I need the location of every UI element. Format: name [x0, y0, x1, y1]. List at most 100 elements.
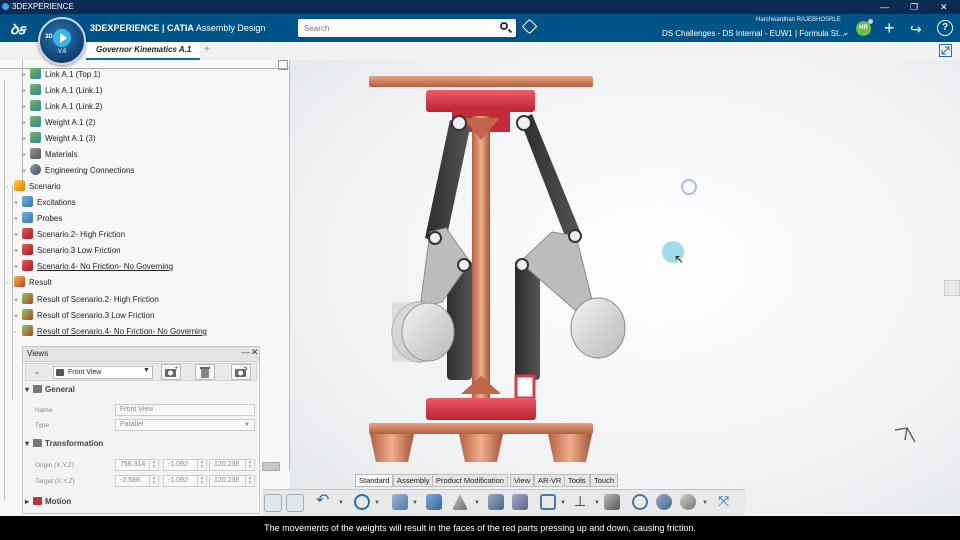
central-shaft [472, 116, 490, 402]
tab-assembly[interactable]: Assembly [393, 474, 434, 487]
update-icon[interactable] [354, 494, 370, 510]
tree-item-probes[interactable]: + Probes [14, 212, 62, 226]
robot-icon[interactable]: ⊥ [574, 494, 590, 510]
foot-right [548, 434, 592, 462]
compass-manipulation-icon[interactable]: ⤧ [718, 494, 734, 510]
tab-touch[interactable]: Touch [590, 474, 619, 487]
upper-left-link [425, 120, 470, 245]
transformation-section-header[interactable]: ▾ Transformation [25, 439, 103, 448]
help-icon[interactable]: ? [937, 20, 953, 36]
update-dropdown-icon[interactable]: ▼ [374, 500, 380, 506]
chat-panel-icon[interactable] [944, 280, 960, 296]
app-icon [2, 3, 9, 10]
views-minimize-button[interactable]: — [241, 347, 250, 357]
minimize-button[interactable]: — [880, 0, 889, 14]
fullscreen-icon[interactable] [939, 44, 952, 57]
tab-product-modification[interactable]: Product Modification [432, 474, 508, 487]
scenario-item-icon [22, 260, 33, 271]
bottom-red-collar [426, 398, 536, 420]
engineering-connection-icon[interactable] [512, 494, 528, 510]
part-icon [30, 84, 41, 95]
brand-prefix: 3DEXPERIENCE | CATIA [90, 23, 194, 33]
copy-icon[interactable] [264, 494, 282, 512]
clash-icon[interactable] [632, 494, 648, 510]
tree-item-scenario[interactable]: - Scenario [6, 180, 61, 194]
chevron-down-icon[interactable]: ⌄ [842, 27, 850, 38]
type-select[interactable]: Parallel ▼ [115, 419, 255, 431]
excitations-icon [22, 196, 33, 207]
robot-compass-icon[interactable] [893, 424, 919, 450]
tab-governor-kinematics[interactable]: Governor Kinematics A.1 [86, 42, 200, 60]
dropdown-arrow-icon[interactable]: ▼ [143, 367, 150, 374]
search-input[interactable] [298, 19, 516, 37]
target-y-field[interactable]: -1.092 ▴ ▾ [163, 475, 207, 487]
add-tab-button[interactable]: + [204, 44, 210, 55]
apply-material-icon[interactable] [680, 494, 696, 510]
name-field[interactable]: Front View [115, 404, 255, 416]
views-close-button[interactable]: ✕ [251, 347, 259, 358]
insert-icon[interactable] [392, 494, 408, 510]
tab-ar-vr[interactable]: AR-VR [534, 474, 566, 487]
origin-z-field[interactable]: 120.238 ▴ ▾ [209, 459, 255, 471]
app-brand: 3DEXPERIENCE | CATIA Assembly Design [90, 23, 265, 33]
robot-dropdown-icon[interactable]: ▼ [594, 500, 600, 506]
view-select[interactable]: Front View [53, 366, 153, 379]
tree-item-link-2[interactable]: + Link A.1 (Link.2) [22, 100, 102, 114]
tree-item-result-2[interactable]: + Result of Scenario.2- High Friction [14, 293, 159, 307]
governor-model[interactable] [290, 60, 960, 514]
type-label: Type [35, 422, 50, 429]
explode-icon[interactable] [488, 494, 504, 510]
undo-dropdown-icon[interactable]: ▼ [338, 500, 344, 506]
tree-item-result-4[interactable]: - Result of Scenario.4- No Friction- No G… [14, 325, 207, 339]
tree-item-weight-3[interactable]: + Weight A.1 (3) [22, 132, 96, 146]
tree-item-scenario-3[interactable]: + Scenario.3 Low Friction [14, 244, 121, 258]
product-icon[interactable] [426, 494, 442, 510]
origin-y-field[interactable]: -1.092 ▴ ▾ [163, 459, 207, 471]
compass-button[interactable]: 3D V.6 [38, 17, 86, 65]
compass-3d-label: 3D [45, 34, 53, 40]
tree-item-link-1[interactable]: + Link A.1 (Link.1) [22, 84, 102, 98]
close-window-button[interactable]: ✕ [940, 0, 948, 14]
tree-item-materials[interactable]: + Materials [22, 148, 77, 162]
target-z-field[interactable]: 120.238 ▴ ▾ [209, 475, 255, 487]
update-view-button[interactable] [231, 364, 251, 380]
collab-space-selector[interactable]: DS Challenges - DS Internal - EUW1 | For… [662, 29, 845, 38]
tree-item-weight-2[interactable]: + Weight A.1 (2) [22, 116, 96, 130]
share-icon[interactable]: ↪ [910, 22, 922, 36]
result-item-icon [22, 293, 33, 304]
target-x-field[interactable]: -2.588 ▴ ▾ [115, 475, 159, 487]
add-icon[interactable]: + [884, 19, 895, 37]
measure-icon[interactable] [604, 494, 620, 510]
tree-item-result-3[interactable]: + Result of Scenario.3 Low Friction [14, 309, 154, 323]
restore-button[interactable]: ❐ [910, 0, 918, 14]
material-dropdown-icon[interactable]: ▼ [702, 500, 708, 506]
views-panel-header[interactable] [23, 347, 259, 362]
motion-section-header[interactable]: ▸ Motion [25, 497, 71, 506]
paste-icon[interactable] [286, 494, 304, 512]
general-section-header[interactable]: ▾ General [25, 385, 75, 394]
tab-tools[interactable]: Tools [564, 474, 590, 487]
tree-item-scenario-2[interactable]: + Scenario.2- High Friction [14, 228, 125, 242]
brand-app-name: Assembly Design [195, 23, 266, 33]
tree-item-link-top1[interactable]: + Link A.1 (Top 1) [22, 68, 101, 82]
tree-item-scenario-4[interactable]: + Scenario.4- No Friction- No Governing [14, 260, 173, 274]
chevron-down-icon[interactable]: ⌄ [33, 366, 41, 377]
3d-viewport[interactable] [290, 60, 960, 514]
fix-dropdown-icon[interactable]: ▼ [560, 500, 566, 506]
horizontal-scroll-thumb[interactable] [262, 462, 280, 471]
upper-right-link [520, 114, 582, 244]
delete-view-button[interactable] [195, 364, 215, 380]
tab-view[interactable]: View [510, 474, 535, 487]
new-view-button[interactable]: + [161, 364, 181, 380]
tab-standard[interactable]: Standard [355, 474, 394, 487]
render-dropdown-icon[interactable]: ▼ [474, 500, 480, 506]
tree-item-result[interactable]: - Result [6, 276, 52, 290]
search-icon[interactable] [500, 22, 508, 30]
insert-dropdown-icon[interactable]: ▼ [412, 500, 418, 506]
section-icon[interactable] [656, 494, 672, 510]
undo-icon[interactable]: ↶ [316, 493, 332, 510]
fix-icon[interactable] [540, 494, 556, 510]
origin-x-field[interactable]: 756.314 ▴ ▾ [115, 459, 159, 471]
tree-item-engineering-connections[interactable]: + Engineering Connections [22, 164, 134, 178]
tree-item-excitations[interactable]: + Excitations [14, 196, 76, 210]
